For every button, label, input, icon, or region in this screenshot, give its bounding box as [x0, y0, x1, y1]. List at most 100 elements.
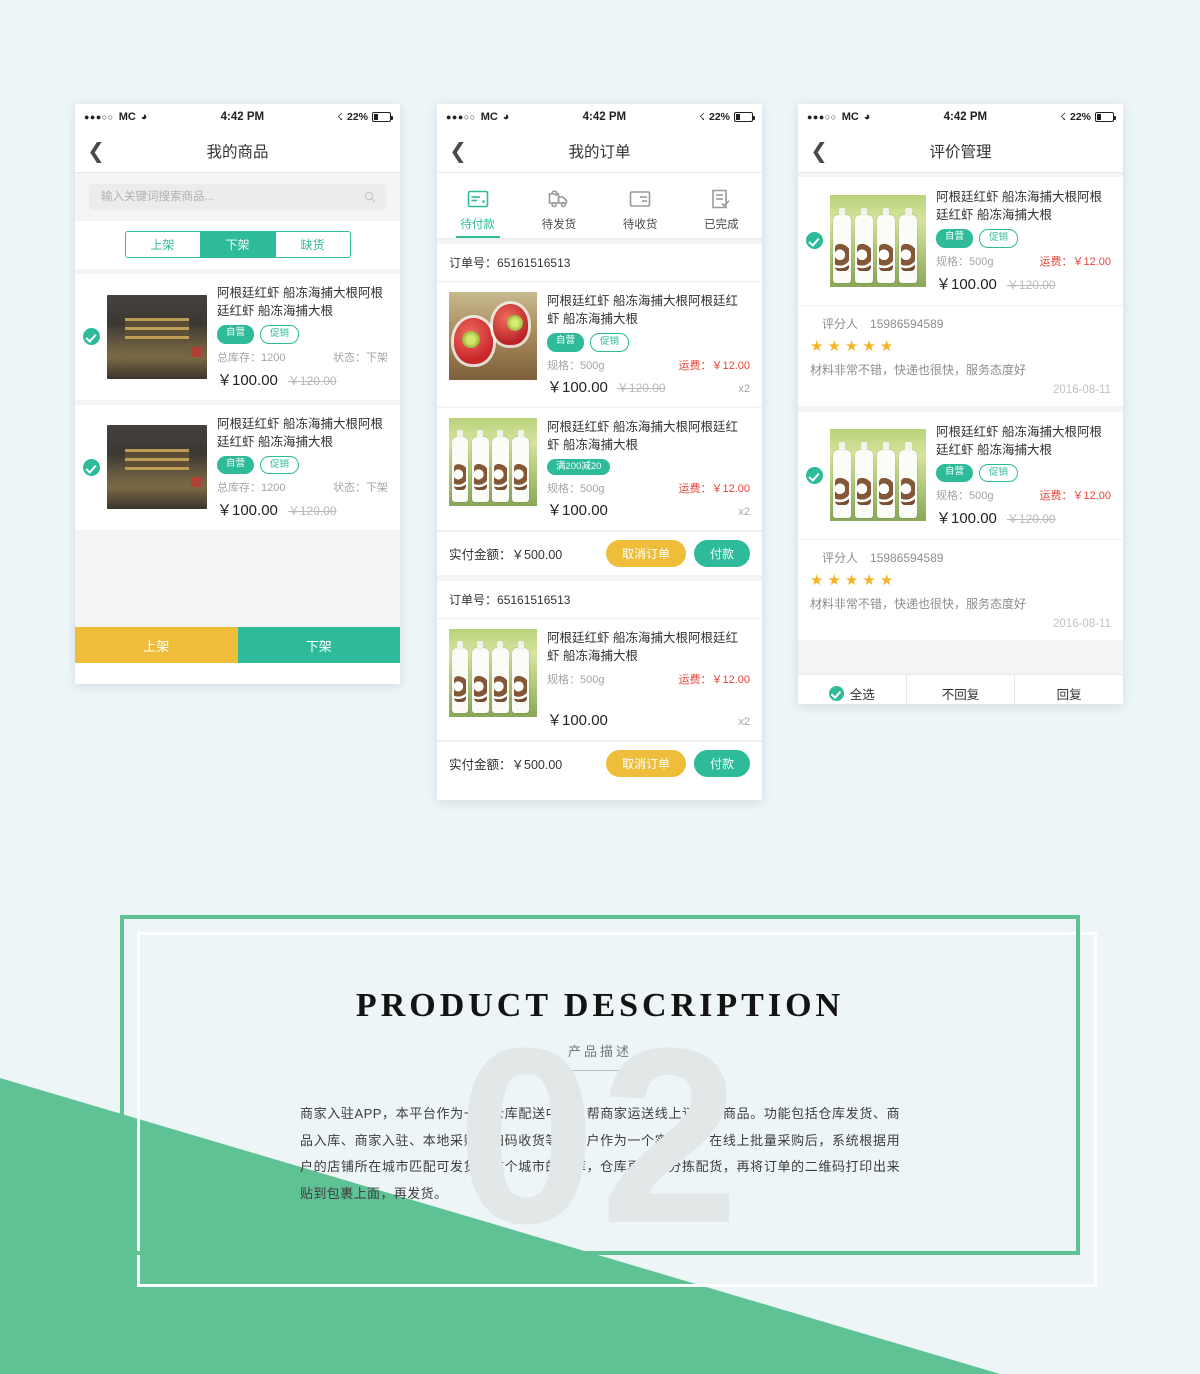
status-text: 状态：下架: [333, 482, 388, 494]
segment-out-of-stock[interactable]: 缺货: [275, 232, 350, 257]
pay-button[interactable]: 付款: [693, 540, 750, 567]
product-price-row: ￥100.00 ￥120.00: [217, 369, 388, 390]
order-item-spec-row: 规格：500g 运费：￥12.00: [547, 357, 750, 373]
page-title: 我的商品: [206, 144, 269, 161]
select-all-button[interactable]: 全选: [798, 675, 907, 704]
order-item-tags: 满200减20: [547, 458, 750, 475]
phone-screen-review-management: ●●●○○ MC ◕ 4:42 PM ☇ 22% ❮ 评价管理 阿根廷红虾 船冻…: [798, 104, 1123, 704]
review-product-info: 阿根廷红虾 船冻海捕大根阿根廷红虾 船冻海捕大根 自营 促销 规格：500g 运…: [936, 188, 1111, 294]
segmented-filter: 上架 下架 缺货: [75, 221, 400, 269]
cancel-order-button[interactable]: 取消订单: [605, 540, 686, 567]
product-checkbox[interactable]: [83, 458, 100, 476]
review-product[interactable]: 阿根廷红虾 船冻海捕大根阿根廷红虾 船冻海捕大根 自营 促销 规格：500g 运…: [798, 177, 1123, 305]
tag-self-operated: 自营: [217, 325, 255, 344]
stock-text: 总库存：1200: [217, 482, 286, 494]
back-chevron-icon[interactable]: ❮: [798, 141, 840, 162]
take-off-shelf-button[interactable]: 下架: [237, 627, 400, 663]
tag-discount: 满200减20: [547, 458, 611, 475]
search-box[interactable]: [89, 184, 386, 210]
review-price-row: ￥100.00 ￥120.00: [936, 273, 1111, 294]
navigation-bar: ❮ 我的订单: [437, 130, 762, 173]
wifi-icon: ◕: [140, 111, 148, 123]
coconut-bottles-photo: [830, 429, 926, 522]
segmented-control: 上架 下架 缺货: [124, 231, 351, 258]
bluetooth-icon: ☇: [699, 111, 705, 123]
review-price: ￥100.00: [936, 275, 997, 293]
reply-button[interactable]: 回复: [1015, 675, 1123, 704]
review-spec-row: 规格：500g 运费：￥12.00: [936, 253, 1111, 269]
order-item-info: 阿根廷红虾 船冻海捕大根阿根廷红虾 船冻海捕大根 自营 促销 规格：500g 运…: [547, 292, 750, 397]
order-number-value: 65161516513: [497, 256, 571, 270]
back-chevron-icon[interactable]: ❮: [437, 141, 479, 162]
product-description-section: 02 PRODUCT DESCRIPTION 产品描述 商家入驻APP，本平台作…: [120, 915, 1080, 1290]
product-title: 阿根廷红虾 船冻海捕大根阿根廷红虾 船冻海捕大根: [217, 416, 383, 449]
shipping-fee: 运费：￥12.00: [678, 674, 750, 687]
review-checkbox[interactable]: [806, 232, 823, 250]
order-item[interactable]: 阿根廷红虾 船冻海捕大根阿根廷红虾 船冻海捕大根 自营 促销 规格：500g 运…: [437, 282, 762, 408]
signal-dots-icon: ●●●○○: [807, 111, 837, 122]
review-stars: ★ ★ ★ ★ ★: [810, 571, 1111, 589]
bottom-action-bar: 上架 下架: [75, 627, 400, 663]
no-reply-button[interactable]: 不回复: [907, 675, 1016, 704]
back-chevron-icon[interactable]: ❮: [75, 141, 117, 162]
tab-label: 已完成: [704, 219, 739, 231]
order-buttons: 取消订单 付款: [605, 750, 750, 778]
tab-pending-payment[interactable]: 待付款: [437, 181, 518, 238]
segment-on-shelf[interactable]: 上架: [125, 232, 201, 257]
review-rater: 评分人 15986594589: [822, 316, 944, 331]
tab-pending-receipt[interactable]: 待收货: [600, 181, 681, 238]
battery-percent: 22%: [1069, 111, 1091, 123]
product-price: ￥100.00: [217, 371, 278, 389]
stock-text: 总库存：1200: [217, 351, 286, 364]
order-item-title: 阿根廷红虾 船冻海捕大根阿根廷红虾 船冻海捕大根: [547, 419, 738, 452]
tab-pending-shipment[interactable]: 待发货: [518, 181, 599, 238]
segment-off-shelf[interactable]: 下架: [200, 232, 276, 257]
coconut-bottles-photo: [449, 629, 537, 717]
review-product-tags: 自营 促销: [936, 229, 1111, 248]
star-icon: ★: [879, 572, 895, 589]
order-item[interactable]: 阿根廷红虾 船冻海捕大根阿根廷红虾 船冻海捕大根 规格：500g 运费：￥12.…: [437, 619, 762, 742]
review-product-title: 阿根廷红虾 船冻海捕大根阿根廷红虾 船冻海捕大根: [936, 190, 1102, 223]
tag-promotion: 促销: [979, 229, 1019, 248]
product-list-item[interactable]: 阿根廷红虾 船冻海捕大根阿根廷红虾 船冻海捕大根 自营 促销 总库存：1200 …: [75, 274, 400, 400]
review-list: 阿根廷红虾 船冻海捕大根阿根廷红虾 船冻海捕大根 自营 促销 规格：500g 运…: [798, 173, 1123, 674]
review-product[interactable]: 阿根廷红虾 船冻海捕大根阿根廷红虾 船冻海捕大根 自营 促销 规格：500g 运…: [798, 412, 1123, 540]
star-icon: ★: [810, 572, 825, 589]
put-on-shelf-button[interactable]: 上架: [75, 627, 238, 663]
review-comment: 材料非常不错，快递也很快，服务态度好: [810, 362, 1027, 377]
checked-document-icon: [681, 181, 762, 211]
order-item-info: 阿根廷红虾 船冻海捕大根阿根廷红虾 船冻海捕大根 满200减20 规格：500g…: [547, 418, 750, 521]
product-tags: 自营 促销: [217, 325, 388, 344]
product-list-item[interactable]: 阿根廷红虾 船冻海捕大根阿根廷红虾 船冻海捕大根 自营 促销 总库存：1200 …: [75, 404, 400, 530]
order-item[interactable]: 阿根廷红虾 船冻海捕大根阿根廷红虾 船冻海捕大根 满200减20 规格：500g…: [437, 408, 762, 531]
order-list: 订单号：65161516513 阿根廷红虾 船冻海捕大根阿根廷红虾 船冻海捕大根…: [437, 239, 762, 786]
tag-promotion: 促销: [260, 325, 300, 344]
order-card: 订单号：65161516513 阿根廷红虾 船冻海捕大根阿根廷红虾 船冻海捕大根…: [437, 581, 762, 786]
review-checkbox[interactable]: [806, 466, 823, 484]
wifi-icon: ◕: [502, 111, 510, 123]
battery-percent: 22%: [346, 111, 368, 123]
order-card: 订单号：65161516513 阿根廷红虾 船冻海捕大根阿根廷红虾 船冻海捕大根…: [437, 244, 762, 575]
search-input[interactable]: [99, 190, 364, 204]
order-item-spec-row: 规格：500g 运费：￥12.00: [547, 480, 750, 496]
product-checkbox[interactable]: [83, 328, 100, 346]
select-all-label: 全选: [849, 687, 875, 702]
star-icon: ★: [844, 572, 860, 589]
description-inner: 02 PRODUCT DESCRIPTION 产品描述 商家入驻APP，本平台作…: [120, 987, 1080, 1261]
tab-completed[interactable]: 已完成: [681, 181, 762, 238]
order-item-price: ￥100.00: [547, 378, 608, 396]
list-empty-space: [798, 646, 1123, 674]
order-number: 订单号：65161516513: [437, 244, 762, 282]
tag-self-operated: 自营: [936, 463, 974, 482]
product-thumbnail: [107, 294, 207, 379]
star-icon: ★: [879, 337, 895, 355]
rater-phone: 15986594589: [870, 316, 944, 331]
phone-screen-my-orders: ●●●○○ MC ◕ 4:42 PM ☇ 22% ❮ 我的订单 待付款 待发货 …: [437, 104, 762, 800]
spec-text: 规格：500g: [547, 483, 605, 495]
status-bar: ●●●○○ MC ◕ 4:42 PM ☇ 22%: [437, 104, 762, 130]
review-date: 2016-08-11: [1053, 383, 1111, 396]
restaurant-interior-photo: [107, 294, 207, 379]
pay-button[interactable]: 付款: [693, 750, 750, 778]
cancel-order-button[interactable]: 取消订单: [605, 750, 686, 778]
review-card: 阿根廷红虾 船冻海捕大根阿根廷红虾 船冻海捕大根 自营 促销 规格：500g 运…: [798, 411, 1123, 640]
